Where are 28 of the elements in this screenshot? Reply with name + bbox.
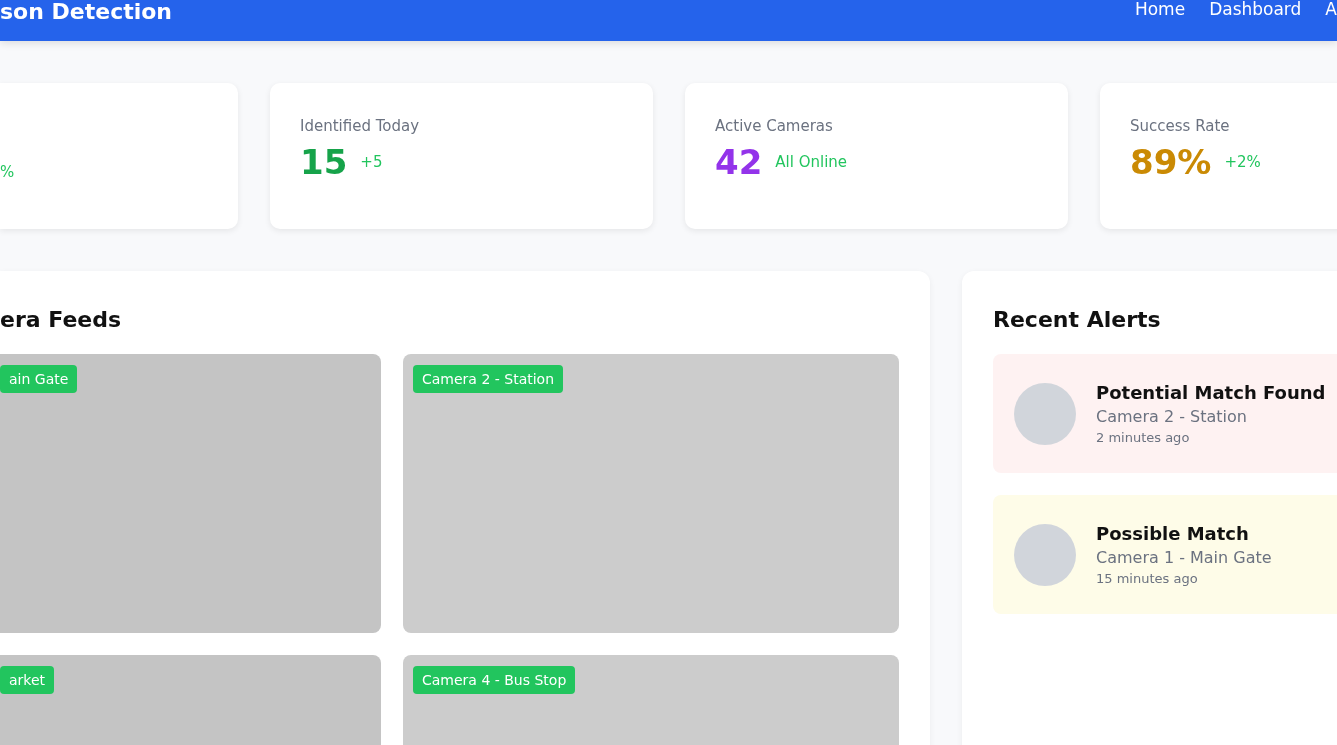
panel-title: Recent Alerts bbox=[993, 307, 1162, 332]
camera-label: Camera 2 - Station bbox=[413, 365, 564, 393]
nav-link[interactable]: Home bbox=[1134, 0, 1186, 19]
stat-label: Success Rate bbox=[1130, 117, 1231, 135]
app-title: son Detection bbox=[0, 0, 173, 24]
stat-label: Identified Today bbox=[300, 117, 421, 135]
alert-time: 15 minutes ago bbox=[1096, 571, 1199, 586]
camera-label: arket bbox=[0, 666, 55, 694]
alert-time: 2 minutes ago bbox=[1096, 430, 1191, 445]
stat-label: Active Cameras bbox=[715, 117, 834, 135]
camera-label: Camera 4 - Bus Stop bbox=[413, 666, 576, 694]
stat-value: 89% bbox=[1130, 145, 1212, 179]
camera-label: ain Gate bbox=[0, 365, 78, 393]
alert-camera: Camera 1 - Main Gate bbox=[1096, 548, 1272, 567]
stat-value: 15 bbox=[300, 145, 348, 179]
stat-change: +2% bbox=[1224, 153, 1261, 171]
alert-title: Possible Match bbox=[1096, 523, 1250, 544]
nav-link[interactable]: Dashboard bbox=[1209, 0, 1302, 19]
alert-title: Potential Match Found bbox=[1096, 382, 1326, 403]
alert-card[interactable]: Possible Match Camera 1 - Main Gate 15 minutes ago bbox=[993, 495, 1337, 614]
stat-change: % bbox=[0, 163, 15, 181]
alert-card[interactable]: Potential Match Found Camera 2 - Station 2 minutes ago bbox=[993, 354, 1337, 473]
stat-value: 42 bbox=[715, 145, 763, 179]
stat-change: All Online bbox=[775, 153, 848, 171]
panel-title: era Feeds bbox=[0, 307, 123, 332]
nav-link[interactable]: A bbox=[1325, 0, 1337, 19]
stat-change: +5 bbox=[360, 153, 383, 171]
alert-camera: Camera 2 - Station bbox=[1096, 407, 1248, 426]
